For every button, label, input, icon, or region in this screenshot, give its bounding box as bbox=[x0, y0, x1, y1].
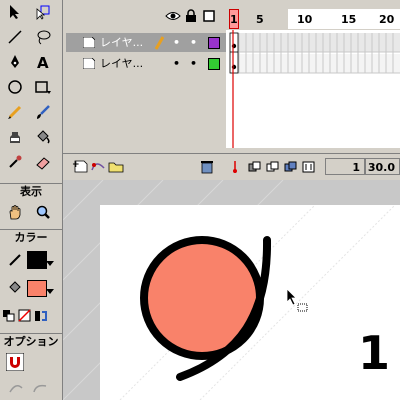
center-frame-icon[interactable] bbox=[228, 158, 242, 176]
lock-icon[interactable] bbox=[183, 8, 199, 24]
trash-icon[interactable] bbox=[198, 158, 216, 176]
eyedropper-tool[interactable] bbox=[3, 151, 27, 173]
insert-folder-icon[interactable] bbox=[107, 157, 125, 175]
number-one-glyph: 1 bbox=[358, 326, 390, 380]
insert-layer-icon[interactable]: + bbox=[71, 157, 89, 175]
frames-grid[interactable] bbox=[226, 30, 400, 148]
tools-panel: A 表示 カラー オプション bbox=[0, 0, 63, 400]
smooth-straighten-icons bbox=[3, 377, 58, 399]
snap-magnet-icon[interactable] bbox=[3, 351, 27, 373]
stage-canvas[interactable]: 1 bbox=[100, 205, 400, 400]
frame-number: 1 bbox=[230, 13, 238, 26]
svg-text:A: A bbox=[37, 54, 49, 70]
line-tool[interactable] bbox=[3, 26, 27, 48]
layer-color-box bbox=[208, 37, 220, 49]
add-guide-layer-icon[interactable] bbox=[89, 157, 107, 175]
swap-colors-icon[interactable] bbox=[33, 305, 49, 327]
eye-icon[interactable] bbox=[165, 8, 181, 24]
lasso-tool[interactable] bbox=[31, 26, 55, 48]
default-colors-icon[interactable] bbox=[1, 305, 17, 327]
outline-icon[interactable] bbox=[201, 8, 217, 24]
arrow-cursor-icon bbox=[286, 288, 308, 312]
options-section-label: オプション bbox=[0, 333, 62, 350]
oval-tool[interactable] bbox=[3, 76, 27, 98]
onion-skin-outlines-icon[interactable] bbox=[265, 158, 281, 176]
pencil-icon bbox=[154, 36, 164, 50]
layer-color-box bbox=[208, 58, 220, 70]
pen-tool[interactable] bbox=[3, 51, 27, 73]
pencil-tool[interactable] bbox=[3, 101, 27, 123]
chevron-down-icon[interactable] bbox=[44, 281, 56, 303]
modify-onion-markers-icon[interactable] bbox=[301, 158, 317, 176]
hand-tool[interactable] bbox=[3, 201, 27, 223]
no-color-icon[interactable] bbox=[17, 305, 33, 327]
view-section-label: 表示 bbox=[0, 183, 62, 200]
color-section-label: カラー bbox=[0, 229, 62, 246]
layer-name: レイヤ... bbox=[100, 57, 144, 70]
frame-number: 20 bbox=[379, 13, 395, 26]
rectangle-tool[interactable] bbox=[31, 76, 55, 98]
zoom-tool[interactable] bbox=[31, 201, 55, 223]
arrow-tool[interactable] bbox=[3, 1, 27, 23]
frame-number: 15 bbox=[341, 13, 357, 26]
timeline-panel: 1 5 10 15 20 レイヤ... • • レイヤ... • • + 1 3… bbox=[63, 0, 400, 181]
current-frame-field[interactable]: 1 bbox=[325, 158, 365, 175]
timeline-toolbar: + 1 30.0 bbox=[63, 153, 400, 181]
edit-multiple-frames-icon[interactable] bbox=[283, 158, 299, 176]
eraser-tool[interactable] bbox=[31, 151, 55, 173]
chevron-down-icon[interactable] bbox=[44, 253, 56, 275]
layer-name: レイヤ... bbox=[100, 36, 144, 49]
frame-number: 5 bbox=[256, 13, 264, 26]
stroke-color-pencil-icon bbox=[3, 249, 27, 271]
brush-tool[interactable] bbox=[31, 101, 55, 123]
paint-bucket-tool[interactable] bbox=[31, 126, 55, 148]
frame-number: 10 bbox=[297, 13, 313, 26]
frame-rate-field[interactable]: 30.0 bbox=[365, 158, 400, 175]
svg-text:+: + bbox=[72, 160, 80, 170]
fill-color-bucket-icon bbox=[3, 277, 27, 299]
text-tool[interactable]: A bbox=[31, 51, 55, 73]
ink-bottle-tool[interactable] bbox=[3, 126, 27, 148]
onion-skin-icon[interactable] bbox=[247, 158, 263, 176]
subselect-tool[interactable] bbox=[31, 1, 55, 23]
